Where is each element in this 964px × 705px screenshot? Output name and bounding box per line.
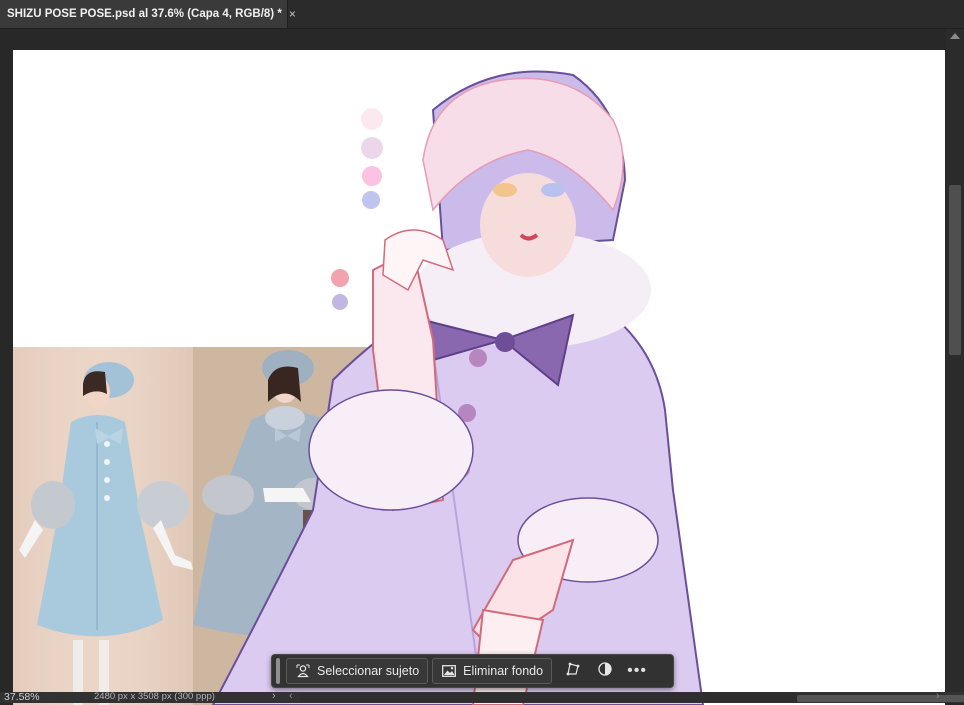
- transform-icon: [565, 661, 581, 682]
- palette-swatch: [362, 166, 382, 186]
- more-icon: •••: [627, 662, 647, 679]
- scroll-left-icon[interactable]: ‹: [289, 692, 293, 702]
- palette-swatch: [361, 108, 383, 130]
- person-select-icon: [295, 663, 311, 679]
- select-subject-label: Seleccionar sujeto: [317, 664, 420, 678]
- document-tab[interactable]: SHIZU POSE POSE.psd al 37.6% (Capa 4, RG…: [0, 0, 296, 28]
- palette-swatch: [332, 294, 348, 310]
- more-options-button[interactable]: •••: [622, 658, 652, 684]
- palette-swatch: [362, 191, 380, 209]
- adjustment-button[interactable]: [590, 658, 620, 684]
- drag-handle-icon[interactable]: [276, 658, 280, 684]
- select-subject-button[interactable]: Seleccionar sujeto: [286, 658, 429, 684]
- horizontal-scrollbar[interactable]: [300, 693, 964, 702]
- artwork: [13, 70, 705, 705]
- remove-background-button[interactable]: Eliminar fondo: [432, 658, 553, 684]
- contextual-task-bar: Seleccionar sujeto Eliminar fondo •••: [271, 654, 674, 688]
- palette-swatch: [331, 269, 349, 287]
- vertical-scroll-thumb[interactable]: [949, 185, 961, 355]
- status-bar: 37.58% 2480 px x 3508 px (300 ppp) › ‹ ›: [0, 692, 964, 703]
- remove-background-label: Eliminar fondo: [463, 664, 544, 678]
- scroll-up-icon[interactable]: [950, 33, 960, 39]
- palette-swatch: [361, 137, 383, 159]
- status-menu-chevron-icon[interactable]: ›: [272, 692, 276, 702]
- close-icon[interactable]: ×: [289, 7, 296, 21]
- reference-photo-1: [13, 347, 193, 705]
- document-canvas[interactable]: [13, 50, 945, 705]
- document-size: 2480 px x 3508 px (300 ppp): [94, 692, 215, 702]
- document-tab-bar: SHIZU POSE POSE.psd al 37.6% (Capa 4, RG…: [0, 0, 964, 29]
- scroll-right-icon[interactable]: ›: [936, 692, 940, 702]
- contrast-icon: [598, 661, 612, 681]
- zoom-level[interactable]: 37.58%: [4, 692, 40, 703]
- document-tab-title: SHIZU POSE POSE.psd al 37.6% (Capa 4, RG…: [7, 8, 282, 20]
- transform-button[interactable]: [558, 658, 588, 684]
- vertical-scrollbar[interactable]: [946, 29, 964, 692]
- image-icon: [441, 663, 457, 679]
